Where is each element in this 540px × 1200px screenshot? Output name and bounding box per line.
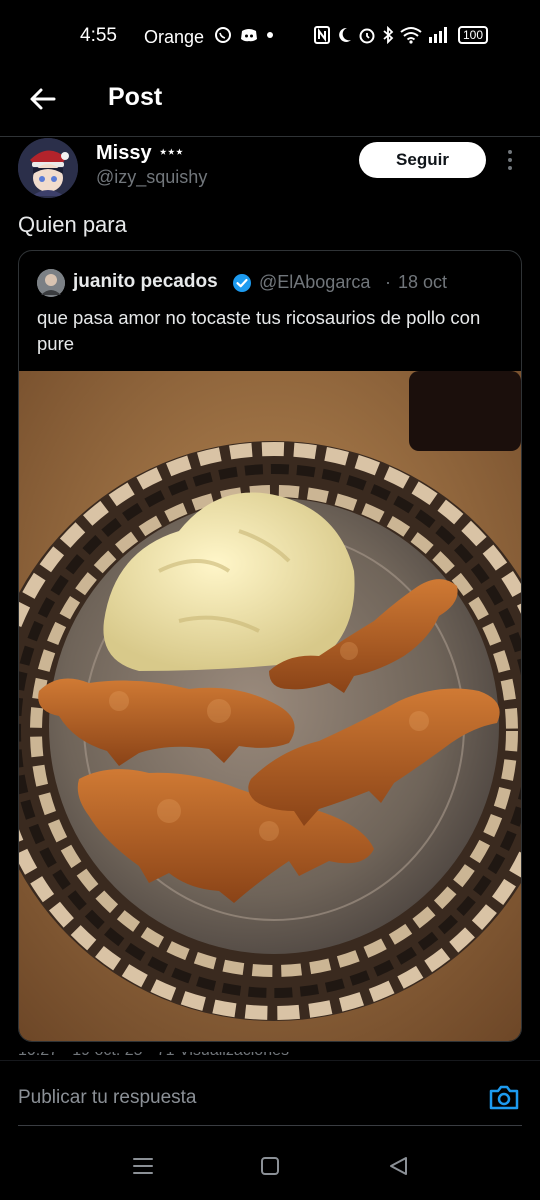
quoted-date[interactable]: 18 oct [398, 272, 447, 293]
battery-indicator: 100 [458, 26, 489, 44]
system-nav-bar [0, 1127, 540, 1200]
back-triangle-icon[interactable] [386, 1155, 412, 1177]
dot-icon [267, 32, 273, 38]
post-metadata-peek: 10:27 · 19 oct. 25 · 71 Visualizaciones [18, 1052, 498, 1060]
reply-underline [18, 1125, 522, 1126]
quoted-text: que pasa amor no tocaste tus ricosaurios… [37, 307, 481, 354]
avatar-image [18, 138, 78, 198]
home-square-icon[interactable] [257, 1155, 283, 1177]
reply-input[interactable]: Publicar tu respuesta [18, 1087, 197, 1109]
post-text: Quien para [18, 212, 127, 237]
bluetooth-icon [383, 26, 394, 44]
status-time: 4:55 [80, 25, 117, 46]
status-notification-icons [214, 26, 274, 44]
quoted-author-avatar[interactable] [37, 269, 65, 297]
alarm-icon [359, 28, 375, 44]
status-carrier: Orange [144, 27, 205, 47]
reply-bar: Publicar tu respuesta [0, 1060, 540, 1127]
camera-icon[interactable] [488, 1081, 520, 1113]
author-badge: ⋆⋆⋆ [159, 144, 184, 159]
wifi-icon [400, 27, 422, 44]
quoted-author-name[interactable]: juanito pecados [73, 271, 218, 293]
status-bar: 4:55 Orange 100 [0, 0, 540, 72]
author-name[interactable]: Missy ⋆⋆⋆ [96, 142, 184, 165]
quoted-media-image[interactable] [19, 371, 521, 1041]
author-handle[interactable]: @izy_squishy [96, 167, 207, 188]
top-bar: Post [0, 72, 540, 137]
discord-icon [241, 29, 257, 42]
follow-button[interactable]: Seguir [359, 142, 486, 178]
quoted-avatar-image [37, 269, 65, 297]
whatsapp-icon [215, 27, 231, 43]
author-display-name: Missy [96, 142, 152, 164]
back-arrow-icon[interactable] [26, 82, 60, 116]
menu-icon[interactable] [130, 1155, 156, 1177]
post-metadata-text: 10:27 · 19 oct. 25 · 71 Visualizaciones [18, 1052, 498, 1060]
verified-badge-icon [233, 274, 251, 292]
status-system-icons: 100 [314, 26, 489, 44]
signal-icon [429, 27, 447, 43]
quoted-post[interactable]: juanito pecados @ElAbogarca · 18 oct que… [18, 250, 522, 1042]
more-vertical-icon[interactable] [500, 148, 520, 172]
page-title: Post [108, 83, 163, 111]
quoted-author-handle[interactable]: @ElAbogarca [259, 272, 370, 293]
author-avatar[interactable] [18, 138, 78, 198]
nfc-icon [314, 26, 330, 44]
moon-icon [339, 27, 351, 42]
quoted-separator: · [385, 272, 391, 292]
